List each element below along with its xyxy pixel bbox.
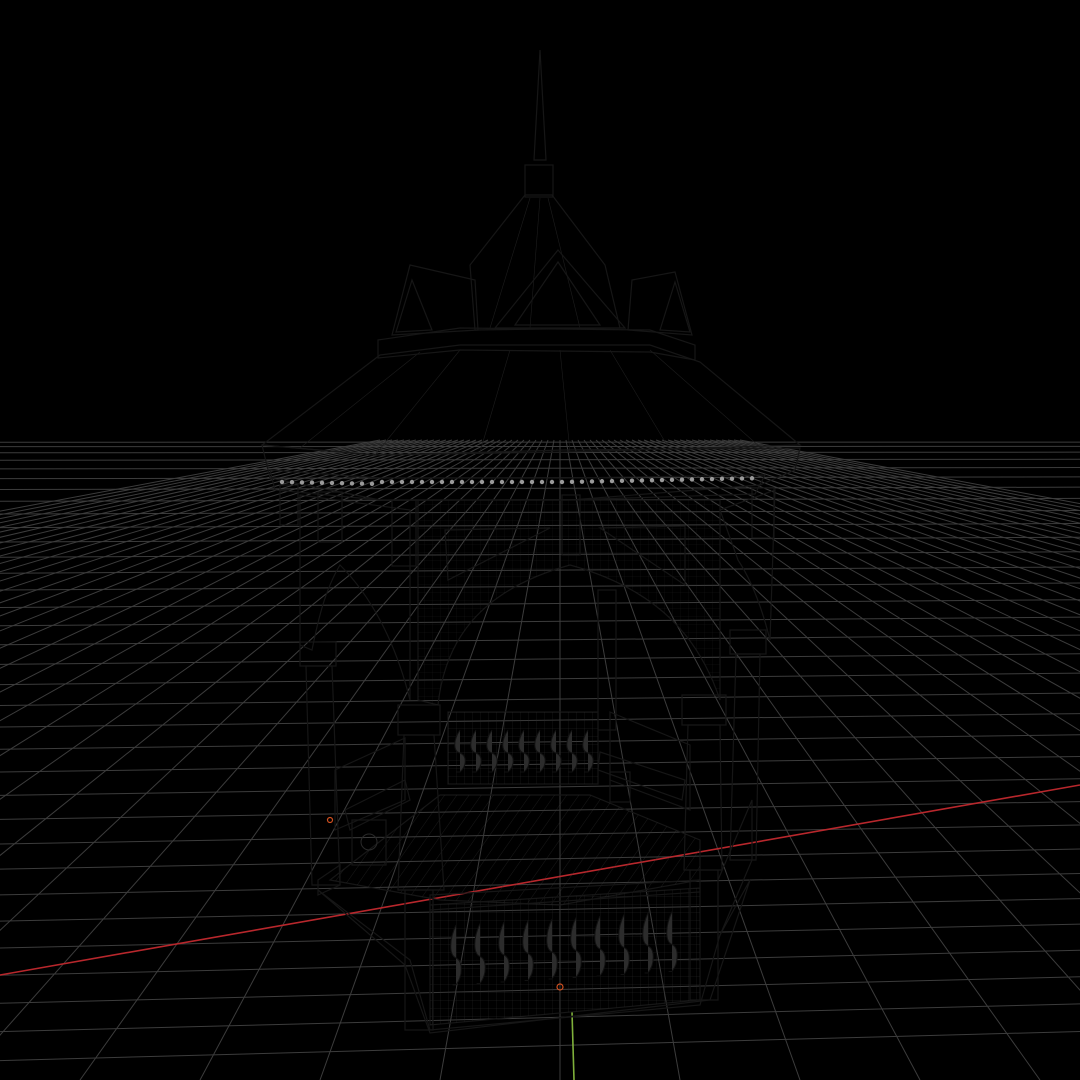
- ornament-dot: [499, 479, 505, 485]
- ornament-dot: [389, 479, 395, 485]
- ornament-dot: [339, 481, 345, 486]
- ornament-dot: [439, 479, 445, 485]
- ornament-dot: [569, 479, 575, 485]
- ornament-dot: [469, 479, 475, 485]
- ornament-dot: [539, 479, 545, 485]
- ornament-dot: [719, 476, 725, 482]
- ornament-dot: [639, 478, 645, 483]
- ornament-dot: [579, 479, 585, 484]
- ornament-dot: [289, 480, 295, 485]
- ornament-dot: [669, 477, 675, 483]
- ornament-dot: [279, 479, 285, 485]
- ornament-dot: [749, 476, 755, 481]
- ornament-dot: [429, 479, 435, 485]
- ornament-dot: [629, 478, 635, 483]
- ornament-dot: [459, 479, 465, 485]
- ornament-dot: [299, 480, 305, 485]
- ornament-dot: [349, 481, 355, 486]
- ornament-dot: [729, 476, 735, 481]
- ornament-dot: [529, 479, 535, 485]
- ornament-dot: [709, 476, 715, 482]
- ornament-dot: [509, 479, 515, 485]
- ornament-dot: [359, 481, 365, 486]
- ornament-dot: [589, 479, 595, 484]
- ornament-dot: [519, 479, 525, 485]
- ornament-dot: [609, 478, 615, 484]
- ornament-dot: [479, 479, 485, 485]
- ornament-dot: [489, 479, 495, 485]
- ornament-dot: [369, 481, 375, 486]
- ornament-dot: [399, 479, 405, 485]
- ornament-dot: [559, 479, 565, 485]
- ornament-dot: [419, 479, 425, 485]
- ornament-dot: [679, 477, 685, 482]
- ornament-dot: [689, 477, 695, 482]
- ornament-dot: [549, 479, 555, 485]
- 3d-viewport[interactable]: [0, 0, 1080, 1080]
- ornament-dot: [699, 477, 705, 482]
- ornament-dot: [379, 479, 385, 485]
- ornament-dot: [659, 477, 665, 483]
- ornament-dot: [649, 478, 655, 483]
- ornament-dot: [409, 479, 415, 485]
- ornament-dot: [599, 479, 605, 484]
- ornament-dot: [329, 480, 335, 486]
- ornament-dot: [739, 476, 745, 481]
- ornament-dot: [449, 479, 455, 485]
- ornament-dot: [319, 480, 325, 485]
- ornament-dot: [619, 478, 625, 484]
- ornament-dot: [309, 480, 315, 485]
